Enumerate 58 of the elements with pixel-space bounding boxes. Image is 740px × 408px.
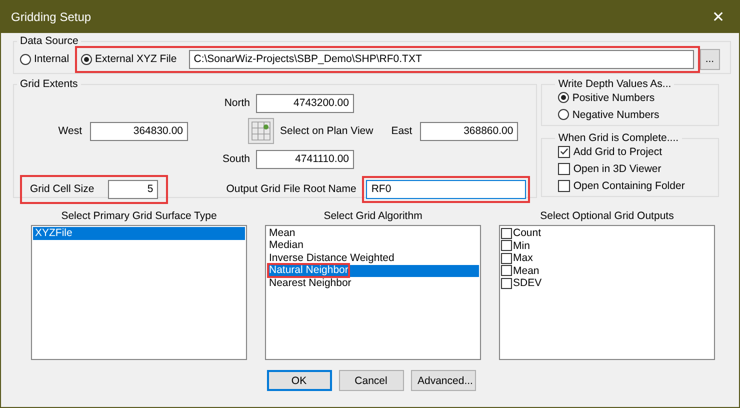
- radio-icon[interactable]: [558, 109, 570, 120]
- window-title: Gridding Setup: [11, 10, 92, 24]
- north-field[interactable]: 4743200.00: [256, 94, 354, 112]
- field-label: East: [391, 125, 412, 137]
- checkbox-option[interactable]: Count: [501, 227, 713, 240]
- field-label: North: [223, 97, 250, 109]
- checkbox-icon[interactable]: [501, 240, 512, 252]
- south-field[interactable]: 4741110.00: [256, 150, 354, 168]
- checkbox-option[interactable]: SDEV: [501, 277, 713, 290]
- group-title: Grid Extents: [19, 78, 79, 90]
- west-field[interactable]: 364830.00: [90, 122, 188, 140]
- dialog-button[interactable]: OK: [266, 370, 332, 391]
- map-grid-icon[interactable]: [248, 118, 274, 144]
- radio-option[interactable]: Negative Numbers: [558, 107, 710, 122]
- radio-icon[interactable]: [81, 54, 92, 64]
- list-item[interactable]: Inverse Distance Weighted: [267, 252, 479, 264]
- list-item[interactable]: XYZFile: [33, 227, 245, 240]
- close-button[interactable]: ✕: [708, 8, 729, 26]
- checkbox-icon[interactable]: [501, 228, 512, 239]
- dialog-button[interactable]: Advanced...: [410, 370, 476, 391]
- list-item[interactable]: Median: [267, 240, 479, 252]
- checkbox-icon[interactable]: [501, 252, 512, 264]
- field-label: South: [222, 153, 250, 165]
- checkbox-option[interactable]: Add Grid to Project: [558, 144, 710, 159]
- dialog-button[interactable]: Cancel: [338, 370, 404, 391]
- browse-button[interactable]: ...: [700, 48, 720, 70]
- group-title: Write Depth Values As...: [557, 78, 672, 90]
- radio-option[interactable]: External XYZ File: [81, 53, 177, 65]
- output-name-field[interactable]: RF0: [366, 180, 526, 198]
- radio-option[interactable]: Positive Numbers: [558, 90, 710, 105]
- checkbox-icon[interactable]: [558, 162, 570, 174]
- checkbox-icon[interactable]: [501, 278, 512, 289]
- checkbox-option[interactable]: Open in 3D Viewer: [558, 161, 710, 176]
- list-title: Select Primary Grid Surface Type: [61, 210, 217, 222]
- group-title: Data Source: [19, 35, 80, 47]
- group-title: When Grid is Complete....: [557, 132, 680, 144]
- cell-size-field[interactable]: 5: [108, 180, 158, 198]
- radio-icon[interactable]: [20, 54, 31, 64]
- checkbox-icon[interactable]: [501, 265, 512, 276]
- list-item[interactable]: Mean: [267, 227, 479, 240]
- east-field[interactable]: 368860.00: [420, 122, 518, 140]
- checkbox-icon[interactable]: [558, 146, 570, 158]
- list-title: Select Optional Grid Outputs: [540, 210, 674, 222]
- field-label: Grid Cell Size: [30, 183, 94, 195]
- checkbox-option[interactable]: Min: [501, 240, 713, 252]
- checkbox-option[interactable]: Max: [501, 252, 713, 264]
- field-label: Output Grid File Root Name: [226, 183, 356, 195]
- plan-view-label: Select on Plan View: [280, 125, 374, 137]
- list-title: Select Grid Algorithm: [324, 210, 422, 222]
- list-item[interactable]: Natural Neighbor: [267, 264, 479, 277]
- radio-icon[interactable]: [558, 92, 570, 103]
- field-label: West: [57, 125, 82, 137]
- checkbox-icon[interactable]: [558, 180, 570, 192]
- checkbox-option[interactable]: Mean: [501, 264, 713, 277]
- file-path-field[interactable]: C:\SonarWiz-Projects\SBP_Demo\SHP\RF0.TXT: [188, 50, 694, 68]
- list-item[interactable]: Nearest Neighbor: [267, 277, 479, 290]
- checkbox-option[interactable]: Open Containing Folder: [558, 178, 710, 193]
- radio-option[interactable]: Internal: [20, 53, 70, 65]
